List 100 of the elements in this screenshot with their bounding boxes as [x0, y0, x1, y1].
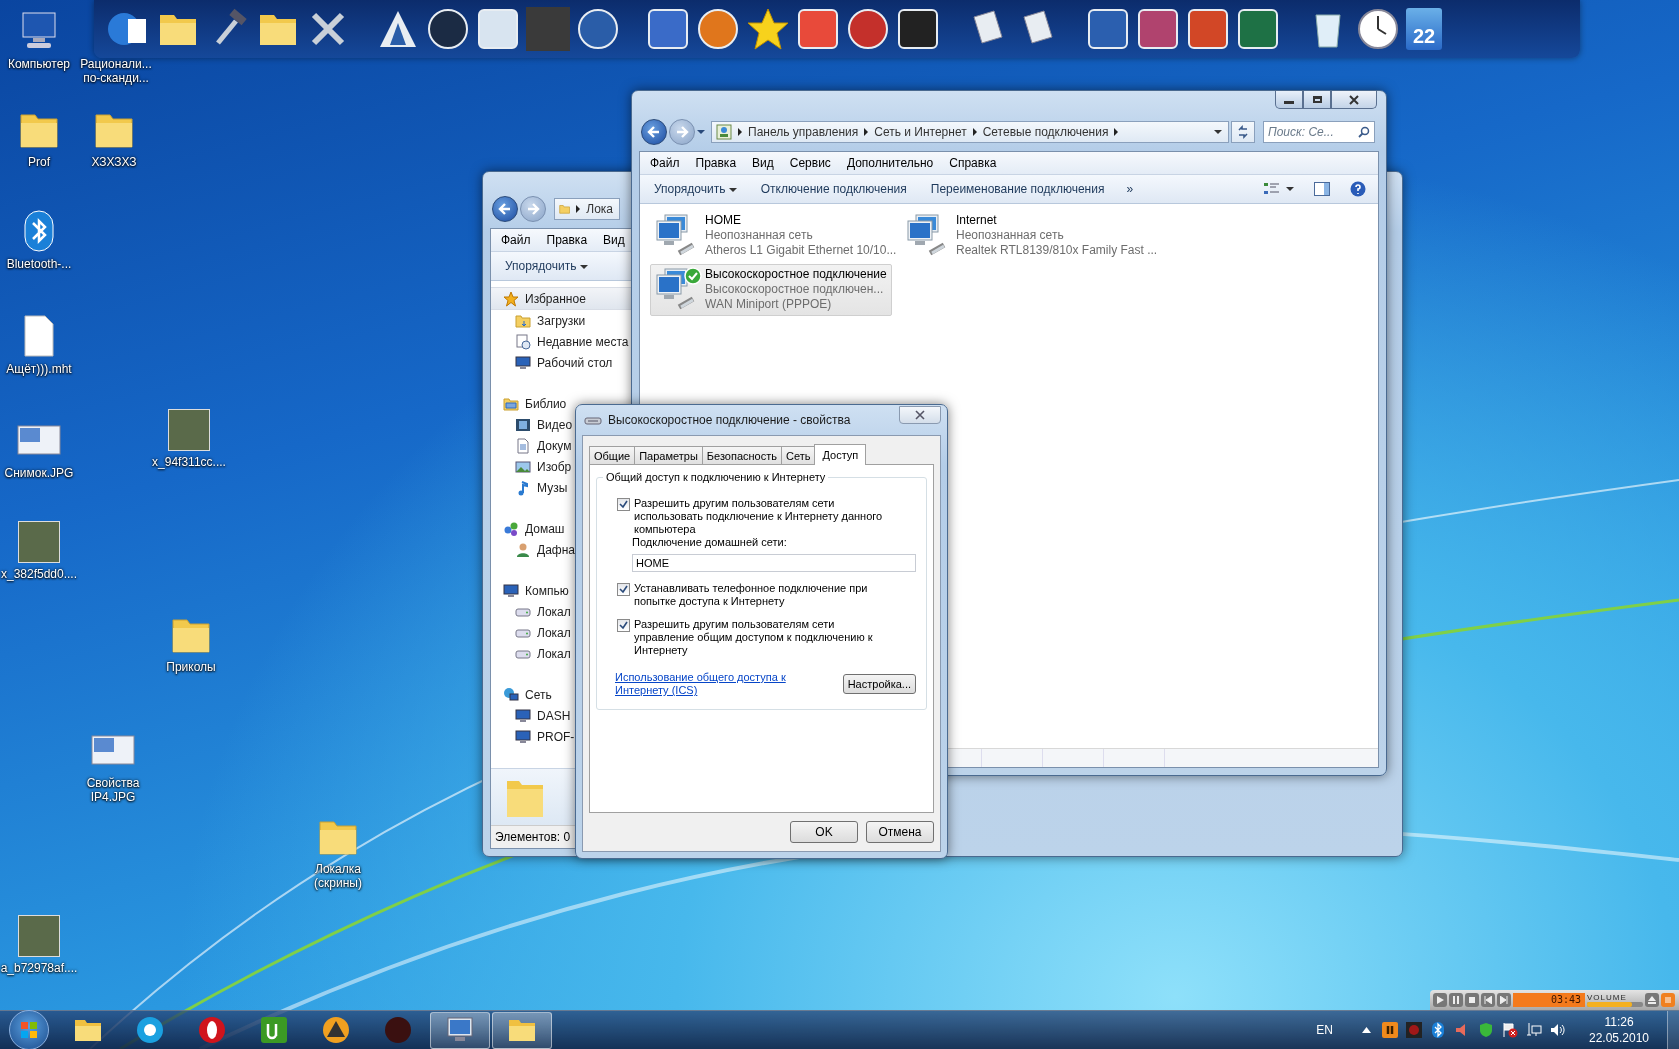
checkbox[interactable] [617, 619, 630, 632]
language-indicator[interactable]: EN [1316, 1023, 1333, 1037]
icon-label[interactable]: Рационали... по-сканди... [77, 57, 155, 85]
stop-button[interactable] [1465, 993, 1479, 1007]
icon-label[interactable]: x_94f311cc.... [152, 455, 226, 469]
icon-label[interactable]: Prof [28, 155, 50, 169]
tab[interactable]: Доступ [814, 444, 867, 465]
window-tile-icon[interactable] [476, 7, 520, 51]
show-desktop-button[interactable] [1667, 1010, 1679, 1049]
ics-help-link[interactable]: Использование общего доступа к Интернету (ICS) [615, 671, 805, 697]
address-bar[interactable]: Лока [554, 198, 620, 220]
icon-label[interactable]: Свойства IP4.JPG [74, 776, 152, 804]
more-commands-button[interactable]: » [1118, 178, 1142, 200]
checkbox-label[interactable]: Разрешить другим пользователям сети управление общим доступом к подключению к Интернету [634, 618, 884, 657]
start-button[interactable] [9, 1010, 49, 1049]
icon-label[interactable]: Bluetooth-... [6, 257, 72, 271]
breadcrumb-item[interactable]: Панель управления [748, 125, 859, 139]
home-network-field[interactable]: HOME [632, 554, 916, 572]
calendar-tile[interactable]: 22 [1406, 8, 1442, 50]
chevron-icon[interactable] [1114, 128, 1119, 136]
nav-item[interactable]: Дафна [491, 539, 634, 560]
chevron-icon[interactable] [972, 128, 977, 136]
breadcrumb-item[interactable]: Сеть и Интернет [874, 125, 967, 139]
nav-item[interactable]: Локал [491, 622, 634, 643]
toolbar-button[interactable]: Переименование подключения [920, 178, 1115, 200]
checkbox-label[interactable]: Устанавливать телефонное подключение при попытке доступа к Интернету [634, 582, 884, 608]
shield-icon [1478, 1022, 1494, 1038]
menu-item[interactable]: Дополнительно [838, 156, 942, 170]
ok-button[interactable]: OK [790, 821, 858, 843]
breadcrumb-item[interactable]: Лока [586, 202, 613, 216]
chevron-icon[interactable] [864, 128, 869, 136]
next-button[interactable] [1497, 993, 1511, 1007]
maximize-button[interactable] [1303, 91, 1331, 109]
tab[interactable]: Общие [589, 446, 636, 464]
breadcrumb-item[interactable]: Сетевые подключения [982, 125, 1109, 139]
icon-label[interactable]: x_382f5dd0.... [0, 567, 78, 581]
clock[interactable]: 11:26 22.05.2010 [1571, 1014, 1667, 1046]
round-logo-icon[interactable] [426, 7, 470, 51]
nav-item[interactable]: Избранное [491, 287, 634, 310]
menu-item[interactable]: Файл [642, 156, 688, 170]
taskbar-button[interactable] [430, 1011, 490, 1049]
address-bar[interactable]: Панель управления Сеть и Интернет Сетевые подключения [711, 121, 1229, 143]
checkbox[interactable] [617, 498, 630, 511]
volume-slider[interactable] [1587, 1002, 1643, 1007]
nav-item[interactable]: Библио [491, 393, 634, 414]
menu-item[interactable]: Правка [687, 156, 745, 170]
nav-item[interactable]: Компью [491, 580, 634, 601]
menu-item[interactable]: Вид [744, 156, 782, 170]
chevron-icon[interactable] [738, 128, 742, 136]
previous-button[interactable] [1481, 993, 1495, 1007]
icon-label[interactable]: Снимок.JPG [4, 466, 74, 480]
menu-item[interactable]: Сервис [781, 156, 839, 170]
flag-x-icon [1502, 1022, 1518, 1038]
tab[interactable]: Параметры [634, 446, 703, 464]
nav-item[interactable]: Локал [491, 601, 634, 622]
nav-item[interactable]: Локал [491, 643, 634, 664]
star-icon[interactable] [746, 7, 790, 51]
close-button[interactable] [899, 406, 941, 424]
connection-item[interactable]: Высокоскоростное подключение Высокоскоростное подключен... WAN Miniport (PPPOE) [650, 264, 892, 316]
caret-icon[interactable] [1214, 130, 1222, 134]
menu-item[interactable]: Правка [538, 233, 596, 247]
back-button[interactable] [492, 196, 518, 222]
toolbar-button[interactable]: Отключение подключения [750, 178, 917, 200]
photo-placeholder[interactable] [18, 521, 60, 563]
menu-item[interactable]: Справка [941, 156, 1005, 170]
nav-item[interactable]: PROF- [491, 726, 634, 747]
icon-label[interactable]: ХЗХЗХЗ [91, 155, 137, 169]
caret-icon[interactable] [697, 130, 705, 134]
eject-button[interactable] [1645, 993, 1659, 1007]
checkbox-label[interactable]: Разрешить другим пользователям сети использовать подключение к Интернету данного компьютера [634, 497, 884, 536]
icon-label[interactable]: Компьютер [7, 57, 71, 71]
nav-item[interactable]: Домаш [491, 518, 634, 539]
cancel-button[interactable]: Отмена [866, 821, 934, 843]
photo-placeholder[interactable] [168, 409, 210, 451]
tab[interactable]: Безопасность [701, 446, 782, 464]
clock-icon[interactable] [1356, 7, 1400, 51]
photo-placeholder[interactable] [18, 915, 60, 957]
picture-icon [515, 458, 531, 475]
menu-item[interactable]: Файл [493, 233, 539, 247]
connection-item[interactable]: Internet Неопознанная сеть Realtek RTL8139/810x Family Fast ... [901, 210, 1163, 262]
search-field[interactable]: Поиск: Се... [1263, 121, 1375, 143]
refresh-button[interactable] [1231, 121, 1255, 143]
checkbox[interactable] [617, 583, 630, 596]
back-button[interactable] [641, 119, 667, 145]
nav-item[interactable]: Рабочий стол [491, 352, 634, 373]
settings-button[interactable]: Настройка... [842, 674, 916, 694]
icon-label[interactable]: Приколы [166, 660, 216, 674]
menu-item[interactable]: Вид [595, 233, 633, 247]
nav-item[interactable]: Недавние места [491, 331, 634, 352]
organize-button[interactable]: Упорядочить [495, 255, 598, 277]
nav-item[interactable]: DASH [491, 705, 634, 726]
organize-button[interactable]: Упорядочить [644, 178, 747, 200]
taskbar-button[interactable] [492, 1011, 552, 1049]
icon-label[interactable]: Ащёт))).mht [6, 362, 72, 376]
minimize-button[interactable] [1275, 91, 1303, 109]
close-button[interactable] [1331, 91, 1377, 109]
nav-item[interactable]: Загрузки [491, 310, 634, 331]
pause-button[interactable] [1449, 993, 1463, 1007]
connection-item[interactable]: HOME Неопознанная сеть Atheros L1 Gigabit Ethernet 10/10... [650, 210, 902, 262]
play-button[interactable] [1433, 993, 1447, 1007]
